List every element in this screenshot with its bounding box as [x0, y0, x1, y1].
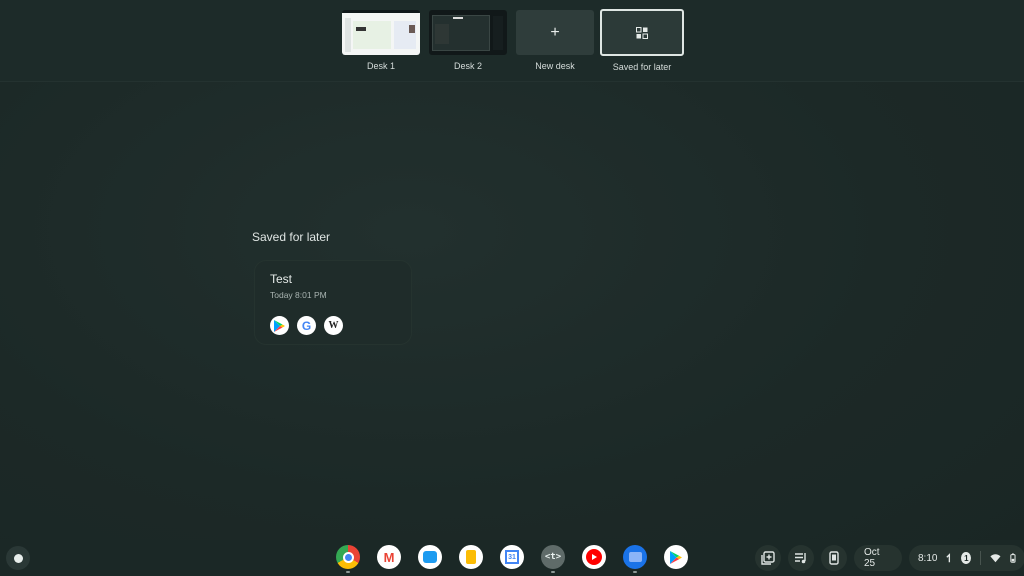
tray-area: Oct 25 8:10 1: [755, 545, 1024, 571]
gmail-app[interactable]: M: [377, 545, 401, 569]
google-icon: G: [297, 316, 316, 335]
screen-capture-icon: [761, 551, 775, 565]
time-text: 8:10: [918, 552, 938, 564]
shelf-apps: M 31 <t>: [336, 545, 688, 573]
twitter-icon: [423, 551, 437, 563]
desk-1[interactable]: Desk 1: [340, 10, 422, 71]
screen-capture-button[interactable]: [755, 545, 781, 571]
desk-bar: Desk 1 Desk 2 + New desk Saved for later: [0, 0, 1024, 82]
saved-desk-time: Today 8:01 PM: [270, 290, 327, 300]
saved-section-title: Saved for later: [252, 230, 331, 244]
files-app[interactable]: [623, 545, 647, 573]
desk-1-label: Desk 1: [366, 61, 395, 71]
youtube-music-app[interactable]: [582, 545, 606, 569]
desk-1-preview[interactable]: [342, 10, 420, 55]
new-desk-label: New desk: [535, 61, 575, 71]
chrome-app[interactable]: [336, 545, 360, 573]
desk-2-preview[interactable]: [429, 10, 507, 55]
tray-divider: [980, 551, 982, 565]
files-icon: [628, 552, 642, 562]
playlist-music-icon: [795, 553, 806, 564]
plus-icon[interactable]: +: [516, 10, 594, 55]
twitter-app[interactable]: [418, 545, 442, 569]
new-desk-button[interactable]: + New desk: [514, 10, 596, 71]
chrome-icon: [342, 551, 354, 563]
desk-2[interactable]: Desk 2: [427, 10, 509, 71]
wikipedia-icon: W: [324, 316, 343, 335]
date-button[interactable]: Oct 25: [854, 545, 902, 571]
phone-hub-button[interactable]: [821, 545, 847, 571]
keep-icon: [466, 550, 476, 564]
text-app[interactable]: <t>: [541, 545, 565, 573]
saved-desk-name[interactable]: Test: [270, 272, 292, 286]
desk-2-label: Desk 2: [453, 61, 482, 71]
youtube-music-icon: [586, 549, 602, 565]
play-store-icon: [270, 316, 289, 335]
play-store-app[interactable]: [664, 545, 688, 569]
saved-for-later-button[interactable]: Saved for later: [599, 9, 685, 72]
saved-desk-apps: G W: [270, 316, 343, 335]
calendar-app[interactable]: 31: [500, 545, 524, 569]
shelf: M 31 <t> Oct 25 8:10 1: [0, 540, 1024, 576]
calendar-icon: 31: [505, 550, 519, 564]
media-controls-button[interactable]: [788, 545, 814, 571]
saved-for-later-tile[interactable]: [600, 9, 684, 56]
battery-icon: [1010, 553, 1016, 563]
date-text: Oct 25: [864, 547, 880, 569]
status-area[interactable]: 8:10 1: [909, 545, 1024, 571]
saved-desks-icon: [636, 26, 648, 39]
network-arrow-icon: [946, 552, 951, 562]
phone-icon: [829, 551, 839, 565]
play-store-shelf-icon: [670, 550, 682, 564]
keep-app[interactable]: [459, 545, 483, 569]
notification-count-badge: 1: [961, 552, 972, 564]
text-editor-icon: <t>: [544, 552, 562, 562]
saved-for-later-label: Saved for later: [612, 62, 672, 72]
wifi-icon: [990, 554, 1001, 563]
launcher-button[interactable]: [6, 546, 30, 570]
saved-desk-card[interactable]: Test Today 8:01 PM G W: [254, 260, 412, 345]
launcher-icon: [13, 553, 23, 563]
gmail-icon: M: [383, 549, 395, 565]
